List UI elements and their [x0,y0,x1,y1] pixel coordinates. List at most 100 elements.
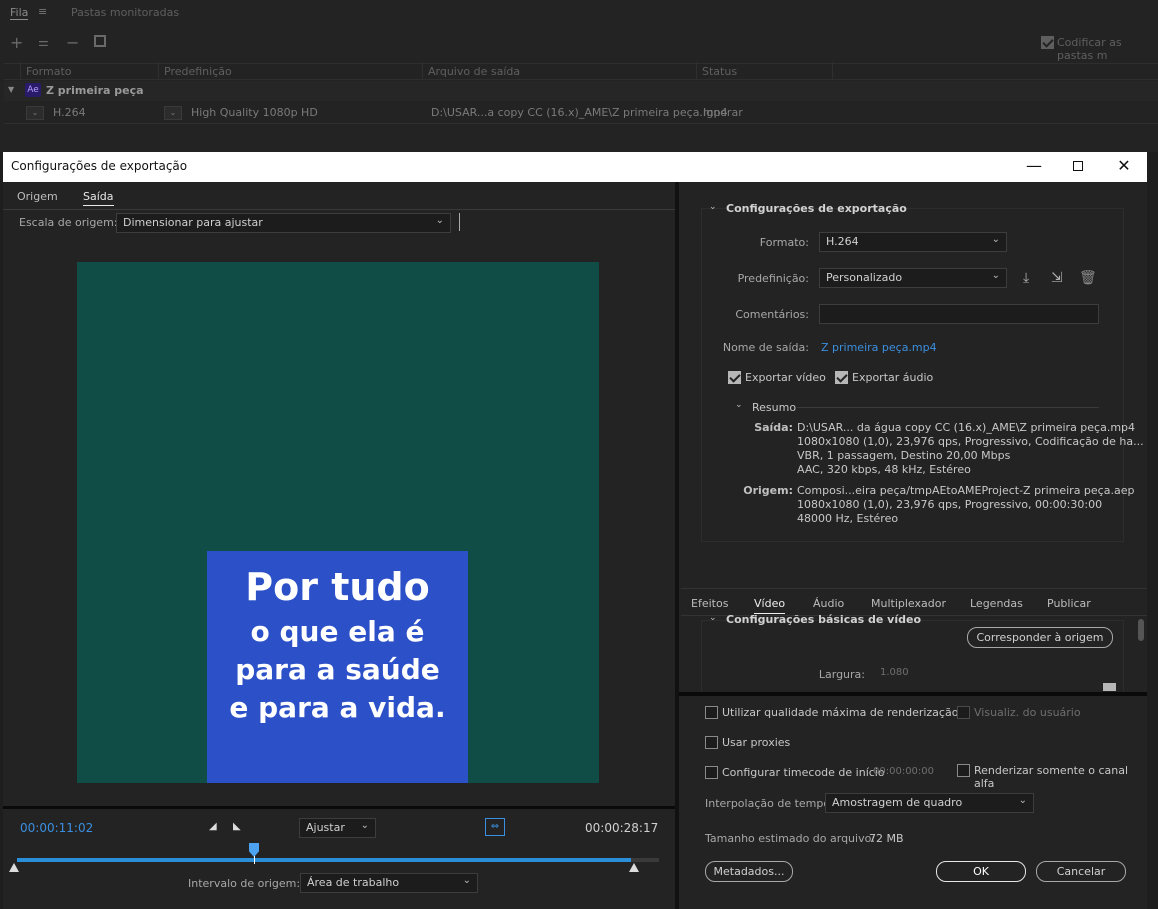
export-audio-label[interactable]: Exportar áudio [852,371,933,384]
tab-source[interactable]: Origem [17,190,58,203]
chevron-down-icon: ⌄ [435,215,444,226]
match-source-button[interactable]: Corresponder à origem [967,627,1113,648]
metadata-button[interactable]: Metadados... [705,861,793,882]
add-icon[interactable]: + [10,33,23,52]
playhead[interactable] [249,843,259,857]
total-timecode: 00:00:28:17 [585,821,659,835]
range-value: Área de trabalho [307,876,400,889]
close-icon[interactable]: ✕ [1101,152,1147,182]
tab-multiplexer[interactable]: Multiplexador [871,597,946,610]
settings-sliders-icon[interactable]: ⚌ [38,35,49,49]
tab-effects[interactable]: Efeitos [691,597,728,610]
settings-pane: ⌄ Configurações de exportação Formato: H… [679,182,1147,909]
delete-preset-icon[interactable]: 🗑 [1079,270,1097,286]
width-value[interactable]: 1.080 [880,667,909,678]
format-dropdown[interactable]: H.264 ⌄ [819,232,1007,252]
range-end-handle[interactable] [629,863,639,872]
scale-dropdown[interactable]: Dimensionar para ajustar ⌄ [116,213,451,233]
current-timecode[interactable]: 00:00:11:02 [20,821,93,835]
col-format[interactable]: Formato [26,65,72,78]
export-audio-checkbox[interactable] [835,371,848,384]
tab-publish[interactable]: Publicar [1047,597,1091,610]
after-effects-icon: Ae [25,83,41,97]
ok-button[interactable]: OK [936,861,1026,882]
export-video-checkbox[interactable] [728,371,741,384]
use-proxies-checkbox[interactable] [705,736,718,749]
alpha-only-label[interactable]: Renderizar somente o canal alfa [974,764,1147,790]
summary-output-line: AAC, 320 kbps, 48 kHz, Estéreo [797,463,971,476]
fit-dropdown[interactable]: Ajustar ⌄ [299,818,376,838]
mark-out-icon[interactable]: ◣ [233,821,241,832]
queue-output[interactable]: D:\USAR...a copy CC (16.x)_AME\Z primeir… [431,106,728,119]
col-preset[interactable]: Predefinição [164,65,232,78]
preset-dropdown[interactable]: Personalizado ⌄ [819,268,1007,288]
preview-text-box: Por tudo o que ela é para a saúde e para… [207,551,468,783]
timecode-value[interactable]: 00:00:00:00 [873,766,934,777]
tab-output[interactable]: Saída [83,190,114,206]
tab-audio[interactable]: Áudio [813,597,844,610]
scrollbar-thumb[interactable] [1138,619,1144,641]
chevron-down-icon: ⌄ [1018,795,1027,806]
file-size-label: Tamanho estimado do arquivo: [705,832,876,845]
tab-queue[interactable]: Fila [10,6,29,20]
output-name-link[interactable]: Z primeira peça.mp4 [821,341,937,354]
interp-dropdown[interactable]: Amostragem de quadro ⌄ [825,793,1034,813]
file-size-value: 72 MB [869,832,904,845]
width-checkbox[interactable] [1103,683,1116,691]
timecode-checkbox[interactable] [705,766,718,779]
export-video-label[interactable]: Exportar vídeo [745,371,826,384]
chevron-down-icon: ⌄ [991,270,1000,281]
summary-title[interactable]: Resumo [752,401,796,414]
queue-header: Formato Predefinição Arquivo de saída St… [4,63,1158,80]
group-name: Z primeira peça [46,84,144,97]
summary-source-label: Origem: [743,484,793,497]
preview-pane: Origem Saída Escala de origem: Dimension… [3,182,675,909]
comments-input[interactable] [819,304,1099,324]
queue-preset[interactable]: High Quality 1080p HD [191,106,318,119]
aspect-toggle-icon[interactable]: ⇔ [485,818,505,836]
collapse-icon[interactable]: ▼ [8,85,14,94]
use-proxies-label[interactable]: Usar proxies [722,736,790,749]
cancel-button[interactable]: Cancelar [1036,861,1126,882]
col-status[interactable]: Status [702,65,737,78]
queue-group-row[interactable]: ▼ Ae Z primeira peça [4,81,1158,101]
tab-watch-folders[interactable]: Pastas monitoradas [71,6,179,19]
interp-label: Interpolação de tempo: [705,797,834,810]
auto-encode-checkbox[interactable] [1041,36,1054,49]
max-quality-label[interactable]: Utilizar qualidade máxima de renderizaçã… [722,706,958,719]
chevron-down-icon[interactable]: ⌄ [709,613,717,623]
user-view-checkbox[interactable] [957,706,970,719]
preset-label: Predefinição: [737,272,809,285]
format-dropdown-icon[interactable]: ⌄ [26,106,44,120]
menu-icon[interactable]: ≡ [38,5,47,18]
range-start-handle[interactable] [9,863,19,872]
alpha-only-checkbox[interactable] [957,764,970,777]
chevron-down-icon: ⌄ [991,234,1000,245]
import-preset-icon[interactable]: ⇲ [1051,270,1063,286]
basic-video-title[interactable]: Configurações básicas de vídeo [726,613,921,626]
maximize-icon[interactable] [1055,152,1101,182]
save-preset-icon[interactable]: ⤓ [1023,270,1029,286]
minimize-icon[interactable]: — [1011,152,1057,182]
scale-label: Escala de origem: [19,216,118,229]
preview-line-4: e para a vida. [229,691,446,724]
tab-video[interactable]: Vídeo [754,597,786,614]
col-output[interactable]: Arquivo de saída [428,65,520,78]
queue-item-row[interactable]: ⌄ H.264 ⌄ High Quality 1080p HD D:\USAR.… [4,102,1158,124]
tab-captions[interactable]: Legendas [970,597,1023,610]
queue-format[interactable]: H.264 [53,106,86,119]
chevron-down-icon[interactable]: ⌄ [709,202,717,212]
preset-dropdown-icon[interactable]: ⌄ [164,106,182,120]
mark-in-icon[interactable]: ◢ [209,821,217,832]
range-dropdown[interactable]: Área de trabalho ⌄ [300,873,478,893]
chevron-down-icon[interactable]: ⌄ [735,400,743,410]
max-quality-checkbox[interactable] [705,706,718,719]
dialog-title: Configurações de exportação [11,159,188,173]
summary-output-label: Saída: [754,421,793,434]
remove-icon[interactable]: − [66,33,79,52]
export-section-title[interactable]: Configurações de exportação [726,202,907,215]
timeline-bar[interactable] [17,858,631,862]
width-label: Largura: [818,668,865,681]
duplicate-icon[interactable] [94,35,106,47]
timecode-label[interactable]: Configurar timecode de início [722,766,885,779]
